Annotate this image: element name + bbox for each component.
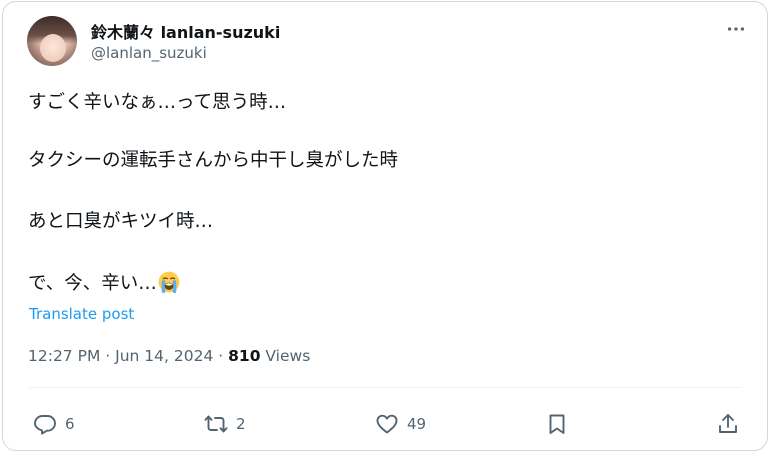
tweet-line-4: で、今、辛い… (28, 271, 180, 297)
share-button[interactable] (716, 410, 740, 438)
more-horizontal-icon (727, 27, 745, 31)
tweet-meta: 12:27 PM · Jun 14, 2024 · 810 Views (28, 347, 310, 365)
reply-button[interactable]: 6 (33, 410, 75, 438)
tweet-time[interactable]: 12:27 PM (28, 347, 100, 365)
author-handle[interactable]: @lanlan_suzuki (91, 44, 207, 62)
author-display-name[interactable]: 鈴木蘭々 lanlan-suzuki (91, 19, 280, 43)
reply-count: 6 (65, 415, 75, 433)
loudly-crying-face-emoji (158, 271, 180, 293)
views-label: Views (265, 347, 311, 365)
like-count: 49 (407, 415, 427, 433)
meta-separator: · (218, 347, 224, 365)
more-options-button[interactable] (725, 18, 747, 40)
reply-icon (34, 415, 56, 435)
repost-count: 2 (236, 415, 246, 433)
tweet-card: 鈴木蘭々 lanlan-suzuki @lanlan_suzuki すごく辛いな… (2, 1, 768, 451)
tweet-line-1: すごく辛いなぁ…って思う時… (28, 92, 287, 113)
divider (28, 387, 742, 388)
repost-button[interactable]: 2 (204, 410, 246, 438)
like-button[interactable]: 49 (375, 410, 426, 438)
tweet-date[interactable]: Jun 14, 2024 (115, 347, 213, 365)
bookmark-button[interactable] (545, 410, 569, 438)
tweet-line-2: タクシーの運転手さんから中干し臭がした時 (28, 150, 399, 171)
share-icon (719, 414, 737, 433)
translate-post-link[interactable]: Translate post (29, 305, 134, 323)
avatar-face (40, 34, 66, 62)
repost-icon (204, 415, 228, 433)
tweet-line-4-text: で、今、辛い… (28, 273, 157, 294)
heart-icon (376, 414, 398, 434)
tweet-line-3: あと口臭がキツイ時… (28, 211, 214, 232)
views-count: 810 (228, 347, 261, 365)
avatar[interactable] (27, 16, 77, 66)
meta-separator: · (105, 347, 111, 365)
bookmark-icon (549, 414, 565, 434)
